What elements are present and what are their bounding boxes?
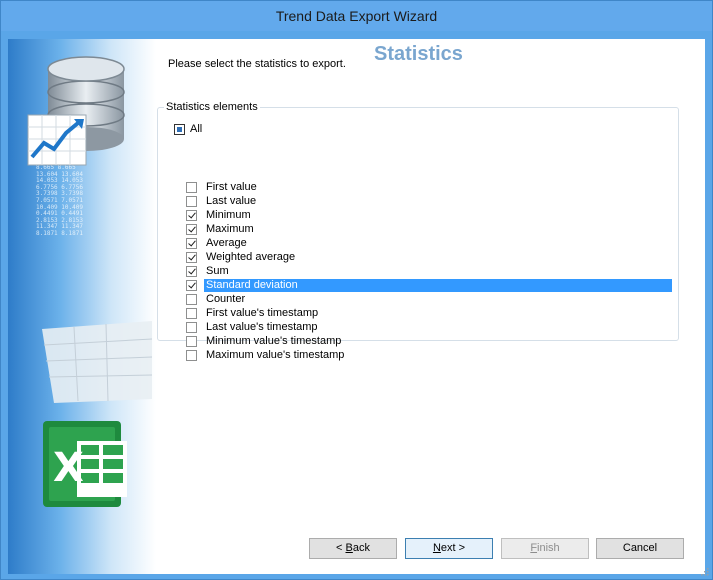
checkbox[interactable] bbox=[186, 182, 197, 193]
tree-item-maximum[interactable]: Maximum bbox=[172, 223, 672, 236]
instruction-text: Please select the statistics to export. bbox=[168, 58, 346, 70]
title-bar[interactable]: Trend Data Export Wizard bbox=[1, 1, 712, 31]
chart-icon bbox=[27, 114, 87, 166]
checkbox[interactable] bbox=[186, 336, 197, 347]
spreadsheet-icon bbox=[42, 321, 153, 403]
checkbox[interactable] bbox=[186, 224, 197, 235]
all-label: All bbox=[190, 123, 203, 135]
wizard-window: Trend Data Export Wizard 8.665 8.665 13.… bbox=[0, 0, 713, 580]
tree-item-counter[interactable]: Counter bbox=[172, 293, 672, 306]
tree-item-maximum-value-timestamp[interactable]: Maximum value's timestamp bbox=[172, 349, 672, 362]
checkbox[interactable] bbox=[186, 322, 197, 333]
resize-grip-icon[interactable] bbox=[701, 568, 709, 576]
excel-logo-letter: X bbox=[53, 445, 84, 491]
tree-item-last-value[interactable]: Last value bbox=[172, 195, 672, 208]
checkbox[interactable] bbox=[186, 308, 197, 319]
tree-item-weighted-average[interactable]: Weighted average bbox=[172, 251, 672, 264]
tree-item-first-value[interactable]: First value bbox=[172, 181, 672, 194]
checkbox[interactable] bbox=[186, 350, 197, 361]
tree-item-minimum[interactable]: Minimum bbox=[172, 209, 672, 222]
next-button[interactable]: Next > bbox=[405, 538, 493, 559]
checkbox[interactable] bbox=[186, 280, 197, 291]
checkbox[interactable] bbox=[186, 294, 197, 305]
cancel-button[interactable]: Cancel bbox=[596, 538, 684, 559]
page-title: Statistics bbox=[374, 43, 463, 65]
checkbox[interactable] bbox=[186, 266, 197, 277]
tree-item-last-value-timestamp[interactable]: Last value's timestamp bbox=[172, 321, 672, 334]
back-button[interactable]: < Back bbox=[309, 538, 397, 559]
tree-item-standard-deviation[interactable]: Standard deviation bbox=[172, 279, 672, 292]
finish-button[interactable]: Finish bbox=[501, 538, 589, 559]
tree-item-average[interactable]: Average bbox=[172, 237, 672, 250]
tree-item-first-value-timestamp[interactable]: First value's timestamp bbox=[172, 307, 672, 320]
all-checkbox[interactable] bbox=[174, 124, 185, 135]
window-title: Trend Data Export Wizard bbox=[275, 8, 438, 24]
tree-item-sum[interactable]: Sum bbox=[172, 265, 672, 278]
tree-item-minimum-value-timestamp[interactable]: Minimum value's timestamp bbox=[172, 335, 672, 348]
checkbox[interactable] bbox=[186, 210, 197, 221]
wizard-sidebar-banner: 8.665 8.665 13.604 13.604 14.053 14.053 … bbox=[8, 39, 156, 574]
checkbox[interactable] bbox=[186, 252, 197, 263]
group-label: Statistics elements bbox=[164, 101, 260, 113]
checkbox[interactable] bbox=[186, 238, 197, 249]
checkbox[interactable] bbox=[186, 196, 197, 207]
decorative-number-pattern: 8.665 8.665 13.604 13.604 14.053 14.053 … bbox=[36, 164, 83, 237]
excel-icon: X bbox=[43, 421, 127, 507]
